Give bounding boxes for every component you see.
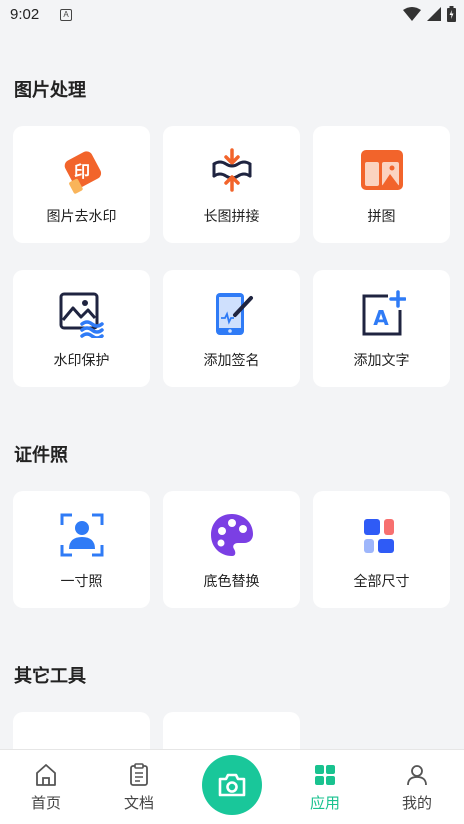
apps-grid-icon: [315, 765, 335, 785]
signal-icon: [427, 7, 441, 21]
tool-one-inch-photo[interactable]: 一寸照: [13, 491, 150, 608]
wifi-icon: [403, 7, 421, 21]
tool-collage[interactable]: 拼图: [313, 126, 450, 243]
camera-icon: [218, 773, 246, 797]
collage-icon: [360, 150, 403, 190]
nav-home-label: 首页: [30, 794, 61, 812]
tool-all-sizes[interactable]: 全部尺寸: [313, 491, 450, 608]
nav-mine-label: 我的: [401, 794, 432, 812]
section-title-image-processing: 图片处理: [14, 80, 86, 101]
tool-label: 水印保护: [53, 353, 110, 369]
watermark-remove-icon: 印: [64, 151, 101, 194]
nav-docs[interactable]: 文档: [104, 762, 174, 813]
document-icon: [130, 763, 148, 786]
tool-watermark-protect[interactable]: 水印保护: [13, 270, 150, 387]
svg-text:A: A: [373, 306, 389, 330]
tool-label: 拼图: [367, 209, 396, 225]
tool-label: 添加文字: [353, 353, 410, 369]
nav-apps-label: 应用: [309, 794, 340, 812]
palette-icon: [210, 514, 253, 556]
signature-icon: [215, 293, 253, 335]
section-title-other-tools: 其它工具: [14, 666, 86, 687]
tool-remove-watermark[interactable]: 印 图片去水印: [13, 126, 150, 243]
tool-label: 添加签名: [203, 353, 260, 369]
user-icon: [407, 765, 427, 786]
status-time: 9:02: [10, 6, 40, 23]
nav-docs-label: 文档: [123, 794, 154, 812]
battery-icon: [447, 6, 456, 22]
notification-icon: A: [60, 9, 72, 21]
home-icon: [36, 764, 56, 786]
status-icons: [403, 6, 456, 22]
status-bar: 9:02 A: [0, 0, 464, 32]
tool-label: 底色替换: [203, 574, 260, 590]
section-title-id-photo: 证件照: [14, 445, 68, 466]
tool-add-text[interactable]: A 添加文字: [313, 270, 450, 387]
portrait-icon: [60, 513, 103, 557]
tool-long-stitch[interactable]: 长图拼接: [163, 126, 300, 243]
camera-button[interactable]: [202, 755, 262, 815]
nav-mine[interactable]: 我的: [382, 762, 452, 813]
nav-home[interactable]: 首页: [11, 762, 81, 813]
grid-icon: [363, 519, 394, 553]
tool-label: 一寸照: [60, 574, 103, 590]
tool-label: 图片去水印: [46, 209, 117, 225]
add-text-icon: A: [362, 290, 406, 336]
svg-text:印: 印: [73, 162, 89, 181]
stitch-icon: [212, 148, 251, 192]
tool-label: 长图拼接: [203, 209, 260, 225]
bottom-nav: 首页 文档 应用 我的: [0, 749, 464, 824]
tool-label: 全部尺寸: [353, 574, 410, 590]
watermark-protect-icon: [59, 292, 104, 338]
nav-apps[interactable]: 应用: [290, 762, 360, 813]
tool-bg-color-replace[interactable]: 底色替换: [163, 491, 300, 608]
tool-add-signature[interactable]: 添加签名: [163, 270, 300, 387]
